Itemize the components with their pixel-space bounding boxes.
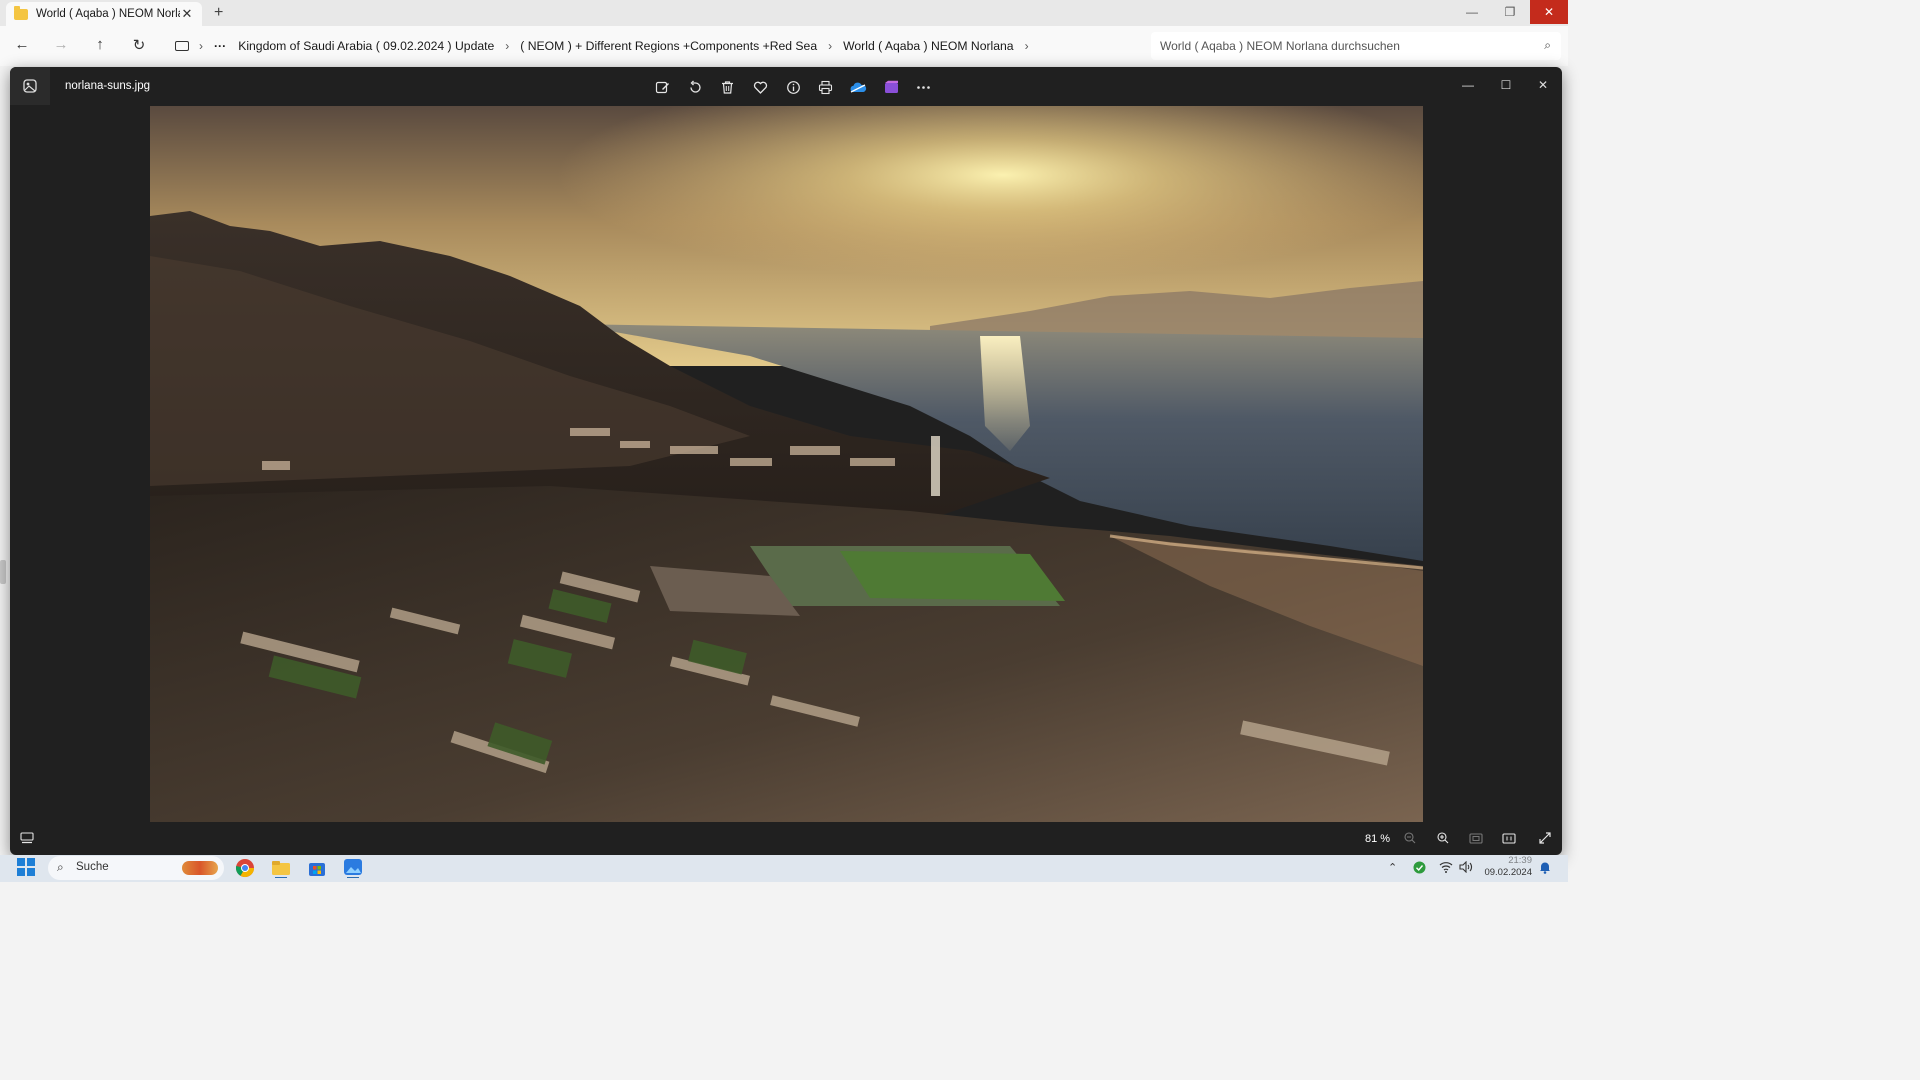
delete-icon[interactable] <box>711 77 744 97</box>
explorer-tab-bar: World ( Aqaba ) NEOM Norlan ✕ + — ❐ ✕ <box>0 0 1568 26</box>
security-icon[interactable] <box>1413 861 1426 877</box>
onedrive-icon[interactable] <box>842 77 875 97</box>
breadcrumb-overflow[interactable]: ··· <box>214 39 226 53</box>
favorite-icon[interactable] <box>744 77 777 97</box>
photo-viewer-window: norlana-suns.jpg — ☐ ✕ 81 % <box>10 67 1562 855</box>
viewer-status-bar: 81 % <box>10 822 1562 855</box>
wifi-icon[interactable] <box>1439 861 1453 876</box>
chevron-right-icon[interactable]: › <box>505 39 509 53</box>
filmstrip-icon[interactable] <box>20 831 34 849</box>
search-placeholder: World ( Aqaba ) NEOM Norlana durchsuchen <box>1160 39 1400 53</box>
fit-to-window-icon[interactable] <box>1467 830 1485 846</box>
close-window-icon[interactable]: ✕ <box>1530 0 1568 24</box>
edit-icon[interactable] <box>646 77 679 97</box>
explorer-tab[interactable]: World ( Aqaba ) NEOM Norlan ✕ <box>6 2 202 26</box>
viewer-title-bar: norlana-suns.jpg — ☐ ✕ <box>10 67 1562 105</box>
more-icon[interactable] <box>908 77 941 97</box>
notification-bell-icon[interactable] <box>1539 861 1551 877</box>
search-icon: ⌕ <box>1544 38 1551 52</box>
computer-icon[interactable] <box>175 41 189 51</box>
breadcrumb-item[interactable]: ( NEOM ) + Different Regions +Components… <box>520 39 817 53</box>
search-input[interactable]: World ( Aqaba ) NEOM Norlana durchsuchen… <box>1151 32 1561 60</box>
chevron-right-icon[interactable]: › <box>199 39 203 53</box>
viewer-close-icon[interactable]: ✕ <box>1524 73 1562 97</box>
photo-image[interactable] <box>150 106 1423 822</box>
store-icon[interactable] <box>307 858 327 878</box>
up-icon[interactable]: ↑ <box>90 36 110 53</box>
zoom-in-icon[interactable] <box>1434 830 1452 846</box>
viewer-maximize-icon[interactable]: ☐ <box>1487 73 1525 97</box>
zoom-out-icon[interactable] <box>1401 830 1419 846</box>
breadcrumb: › ··· Kingdom of Saudi Arabia ( 09.02.20… <box>165 33 1145 59</box>
taskbar-search[interactable]: ⌕ Suche <box>48 856 224 880</box>
start-button-icon[interactable] <box>17 858 35 876</box>
clock[interactable]: 21:39 09.02.2024 <box>1484 855 1532 879</box>
clock-time: 21:39 <box>1508 855 1532 866</box>
clipchamp-icon[interactable] <box>875 77 908 97</box>
info-icon[interactable] <box>777 77 810 97</box>
photos-taskbar-icon[interactable] <box>343 858 363 879</box>
tray-chevron-up-icon[interactable]: ⌃ <box>1388 861 1397 874</box>
minimize-icon[interactable]: — <box>1452 0 1492 24</box>
viewer-minimize-icon[interactable]: — <box>1449 73 1487 97</box>
taskbar: ⌕ Suche ⌃ 21:39 09.02.2024 <box>0 855 1568 882</box>
resize-handle[interactable] <box>0 560 6 584</box>
breadcrumb-item[interactable]: Kingdom of Saudi Arabia ( 09.02.2024 ) U… <box>238 39 494 53</box>
viewer-toolbar <box>646 77 940 97</box>
chevron-right-icon[interactable]: › <box>828 39 832 53</box>
clock-date: 09.02.2024 <box>1484 867 1532 878</box>
refresh-icon[interactable]: ↻ <box>129 36 149 54</box>
taskbar-search-label: Suche <box>76 861 109 873</box>
file-name: norlana-suns.jpg <box>65 80 151 92</box>
print-icon[interactable] <box>809 77 842 97</box>
file-explorer-icon[interactable] <box>271 858 291 879</box>
fullscreen-icon[interactable] <box>1536 830 1554 846</box>
forward-icon[interactable]: → <box>51 36 71 53</box>
tab-close-icon[interactable]: ✕ <box>180 6 194 22</box>
rotate-icon[interactable] <box>679 77 712 97</box>
new-tab-button[interactable]: + <box>214 4 223 22</box>
volume-icon[interactable] <box>1459 860 1473 876</box>
chrome-icon[interactable] <box>235 858 255 878</box>
tab-title: World ( Aqaba ) NEOM Norlan <box>36 8 180 20</box>
photos-app-icon <box>10 67 50 105</box>
actual-size-icon[interactable] <box>1500 830 1518 846</box>
back-icon[interactable]: ← <box>12 36 32 53</box>
search-icon: ⌕ <box>57 860 64 874</box>
breadcrumb-item[interactable]: World ( Aqaba ) NEOM Norlana <box>843 39 1013 53</box>
zoom-level: 81 % <box>1365 833 1391 845</box>
search-highlight-icon <box>182 861 218 875</box>
restore-icon[interactable]: ❐ <box>1490 0 1530 24</box>
folder-icon <box>14 5 28 20</box>
address-bar: ← → ↑ ↻ › ··· Kingdom of Saudi Arabia ( … <box>0 26 1568 66</box>
chevron-right-icon[interactable]: › <box>1025 39 1029 53</box>
